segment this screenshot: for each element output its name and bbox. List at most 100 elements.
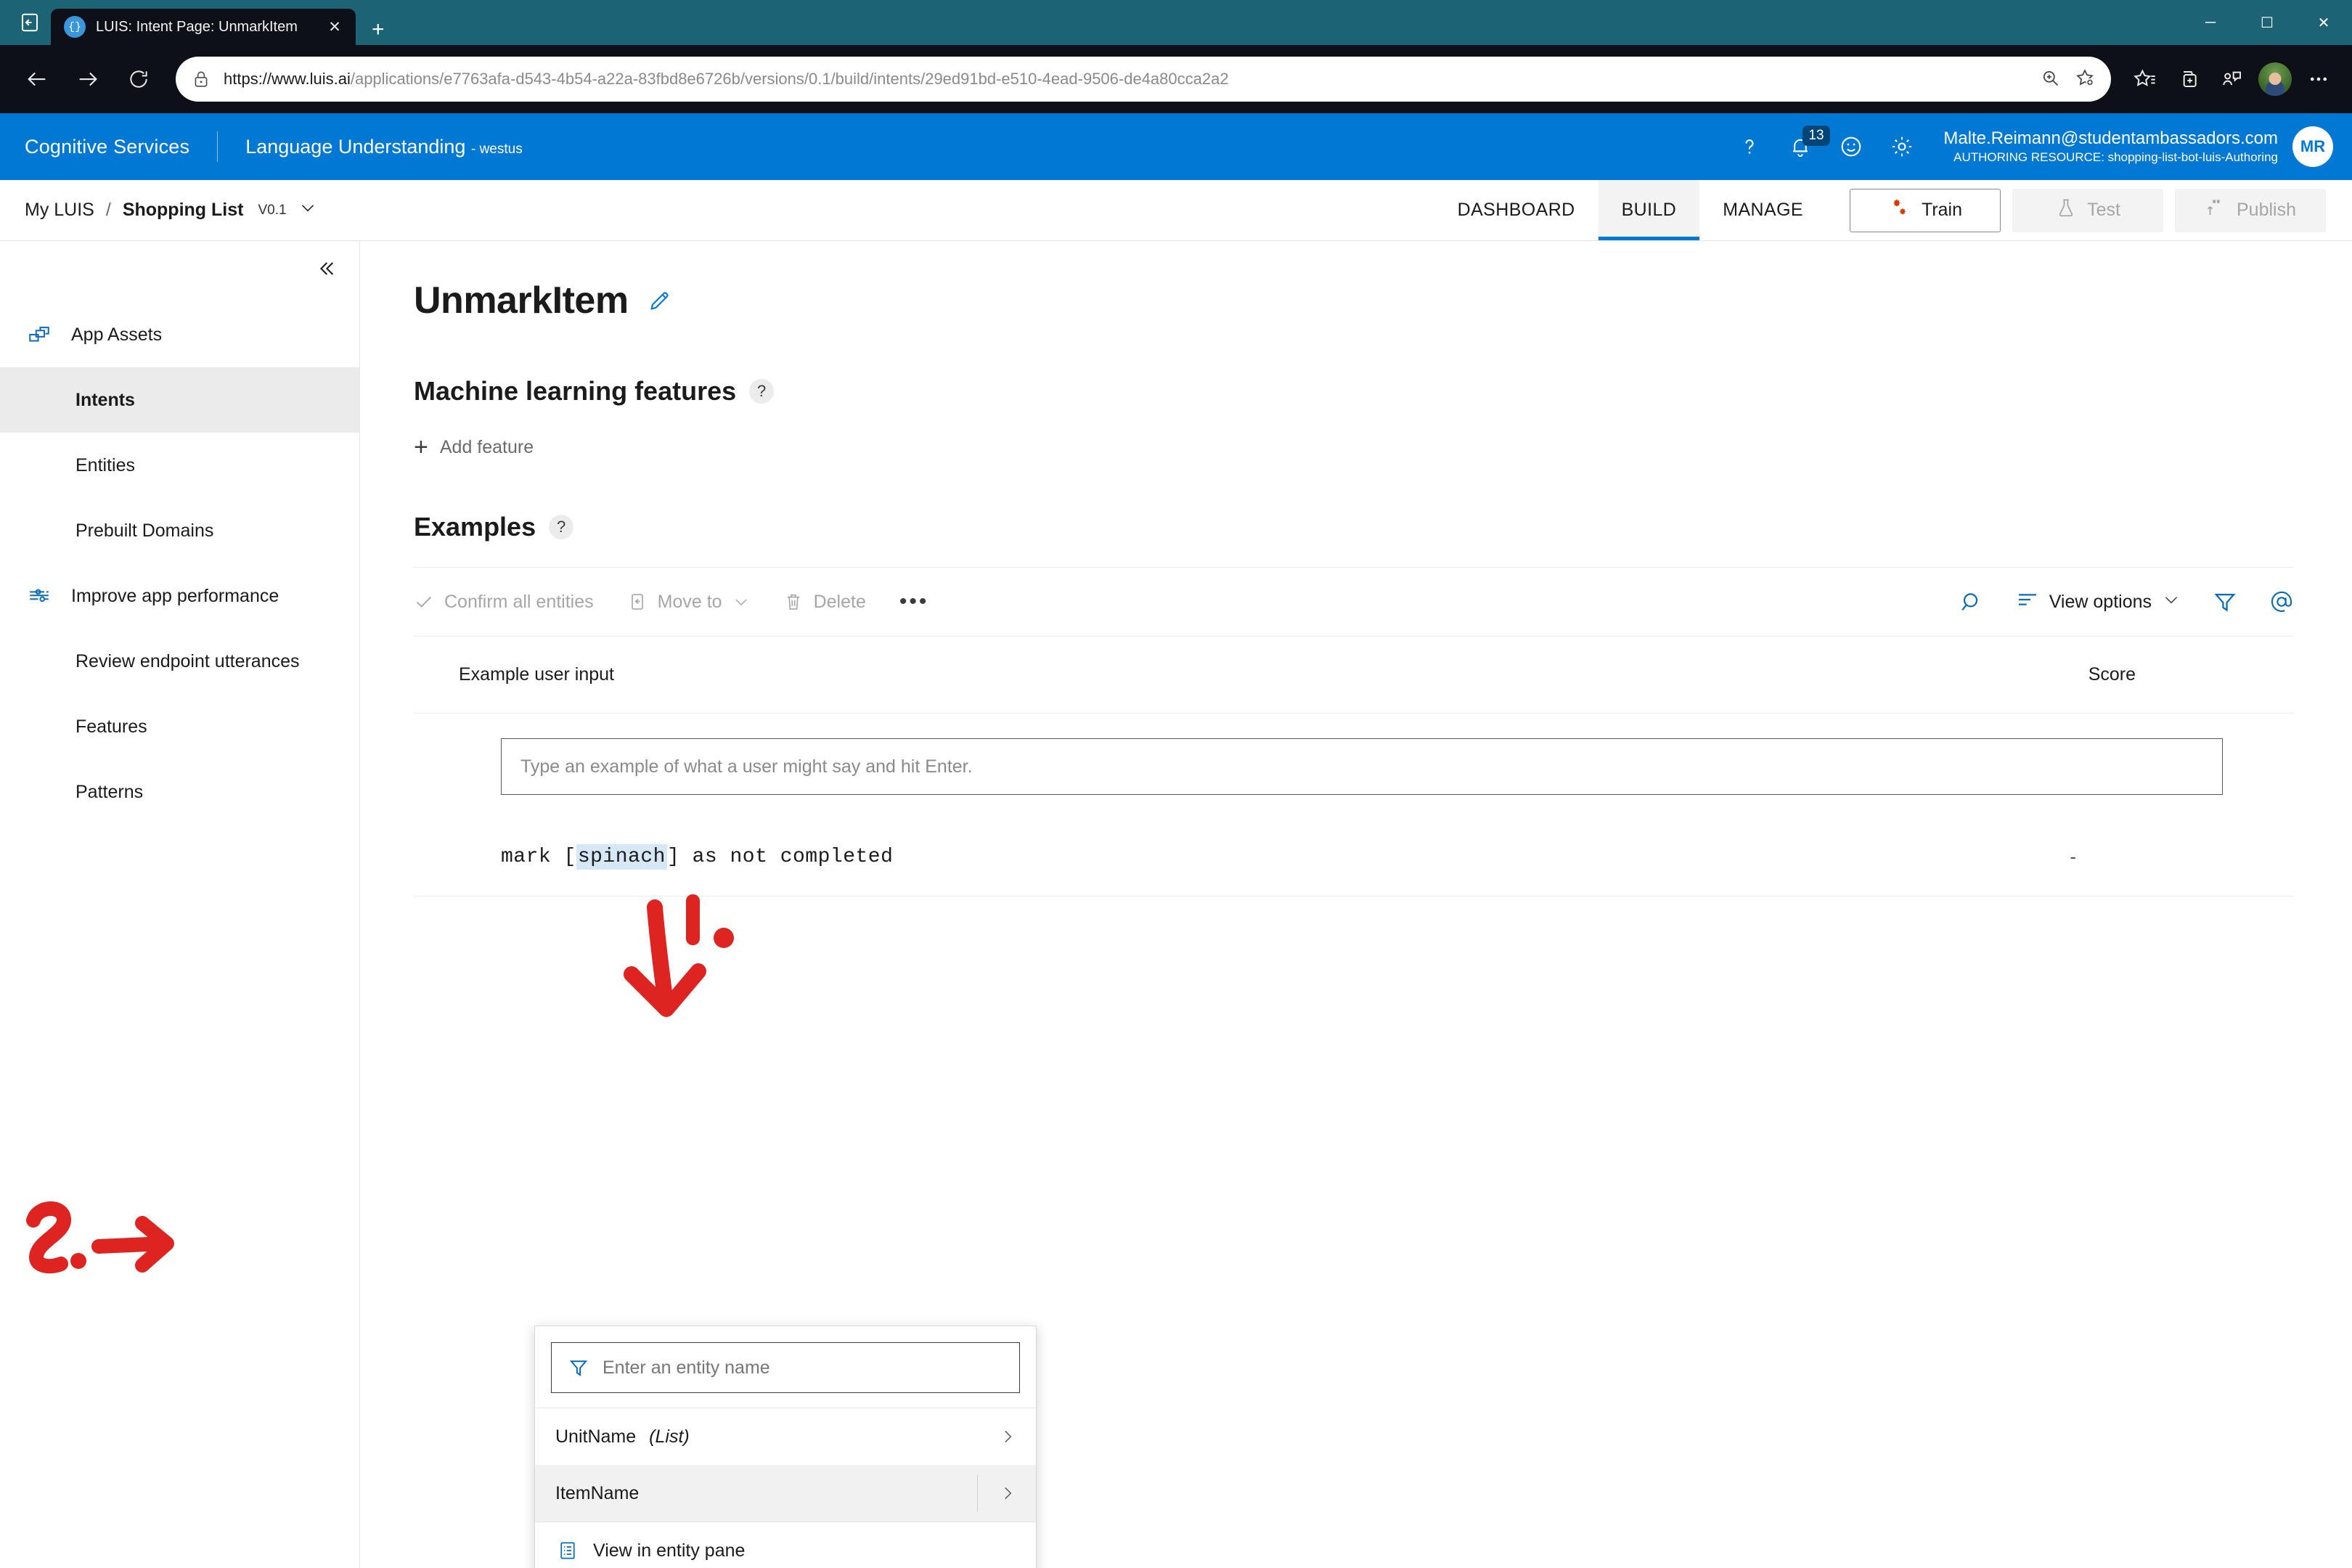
flask-icon xyxy=(2055,197,2077,224)
examples-toolbar: Confirm all entities Move to Delete ••• … xyxy=(414,567,2294,637)
window-close-icon[interactable]: ✕ xyxy=(2295,0,2352,45)
page-title: UnmarkItem xyxy=(414,279,629,322)
search-icon[interactable] xyxy=(1959,589,1984,614)
sidebar-item-patterns[interactable]: Patterns xyxy=(0,759,359,825)
account-email: Malte.Reimann@studentambassadors.com xyxy=(1943,128,2278,149)
filter-icon[interactable] xyxy=(2213,589,2237,614)
feedback-smiley-icon[interactable] xyxy=(1826,121,1877,172)
publish-button[interactable]: Publish xyxy=(2175,188,2326,232)
plus-icon: + xyxy=(414,433,428,461)
sidebar-item-features[interactable]: Features xyxy=(0,694,359,759)
gear-icon[interactable] xyxy=(1877,121,1927,172)
new-utterance-input[interactable]: Type an example of what a user might say… xyxy=(501,738,2223,795)
authoring-resource: AUTHORING RESOURCE: shopping-list-bot-lu… xyxy=(1953,150,2278,165)
region-label: - westus xyxy=(470,141,523,157)
zoom-icon[interactable] xyxy=(2040,68,2060,91)
trash-icon xyxy=(783,592,804,612)
version-chevron-down-icon[interactable] xyxy=(298,198,317,222)
move-to-label: Move to xyxy=(657,591,722,612)
table-row[interactable]: mark [spinach] as not completed - xyxy=(414,818,2294,897)
account-info[interactable]: Malte.Reimann@studentambassadors.com AUT… xyxy=(1943,128,2278,165)
confirm-all-entities-button[interactable]: Confirm all entities xyxy=(414,592,594,613)
favorites-icon[interactable] xyxy=(2124,59,2165,99)
context-menu-item-label: ItemName xyxy=(555,1482,640,1503)
utterance-score: - xyxy=(2070,846,2076,867)
header-divider xyxy=(217,131,219,162)
train-button[interactable]: Train xyxy=(1850,188,2001,232)
collapse-sidebar-icon[interactable] xyxy=(314,257,338,286)
context-menu-item-tag: (List) xyxy=(649,1426,690,1447)
context-menu-item-unitname[interactable]: UnitName (List) xyxy=(535,1408,1036,1465)
sidebar-item-improve-app-performance[interactable]: Improve app performance xyxy=(0,563,359,629)
view-options-button[interactable]: View options xyxy=(2016,588,2181,616)
browser-settings-more-icon[interactable] xyxy=(2298,59,2339,99)
address-bar[interactable]: https://www.luis.ai/applications/e7763af… xyxy=(176,57,2111,102)
entity-search-wrap: Enter an entity name xyxy=(535,1326,1036,1408)
cognitive-services-brand[interactable]: Cognitive Services xyxy=(25,136,189,158)
page-body: App Assets Intents Entities Prebuilt Dom… xyxy=(0,241,2352,1568)
entity-pane-icon xyxy=(555,1540,580,1561)
add-feature-button[interactable]: + Add feature xyxy=(414,433,2294,461)
avatar[interactable]: MR xyxy=(2292,126,2333,167)
move-to-button[interactable]: Move to xyxy=(627,592,750,613)
context-menu-item-label: View in entity pane xyxy=(593,1540,746,1561)
sidebar-item-app-assets[interactable]: App Assets xyxy=(0,302,359,367)
notifications-icon[interactable]: 13 xyxy=(1775,121,1830,172)
forward-icon[interactable] xyxy=(64,55,112,103)
ml-features-title: Machine learning features xyxy=(414,376,737,406)
tab-actions-icon[interactable] xyxy=(9,0,51,45)
sidebar-item-label: Features xyxy=(75,716,147,737)
test-button[interactable]: Test xyxy=(2012,188,2163,232)
tab-manage[interactable]: MANAGE xyxy=(1699,180,1826,240)
at-mention-icon[interactable] xyxy=(2269,589,2294,614)
help-icon[interactable]: ? xyxy=(749,379,775,404)
app-nav-bar: My LUIS / Shopping List V0.1 DASHBOARD B… xyxy=(0,180,2352,241)
sidebar-item-prebuilt-domains[interactable]: Prebuilt Domains xyxy=(0,498,359,563)
reload-icon[interactable] xyxy=(115,55,163,103)
tab-build[interactable]: BUILD xyxy=(1598,180,1700,240)
help-icon[interactable]: ? xyxy=(549,515,574,539)
chevron-down-icon xyxy=(732,593,750,611)
breadcrumb: My LUIS / Shopping List V0.1 xyxy=(25,180,317,240)
add-feature-label: Add feature xyxy=(439,437,534,457)
more-options-icon[interactable]: ••• xyxy=(899,589,929,614)
app-nav-tabs: DASHBOARD BUILD MANAGE xyxy=(1434,180,1826,240)
entity-token[interactable]: spinach xyxy=(576,844,667,870)
minimize-icon[interactable]: ─ xyxy=(2182,0,2239,45)
sidebar-item-label: Review endpoint utterances xyxy=(75,650,300,671)
browser-tab[interactable]: {} LUIS: Intent Page: UnmarkItem ✕ xyxy=(51,9,356,45)
back-icon[interactable] xyxy=(13,55,61,103)
check-icon xyxy=(414,592,434,612)
browser-essentials-icon[interactable] xyxy=(2211,59,2252,99)
browser-tab-strip: {} LUIS: Intent Page: UnmarkItem ✕ + ─ ☐… xyxy=(0,0,2352,45)
edit-pencil-icon[interactable] xyxy=(648,288,672,313)
utterance-text[interactable]: mark [spinach] as not completed xyxy=(501,844,893,870)
delete-button[interactable]: Delete xyxy=(783,592,866,613)
app-assets-icon xyxy=(25,322,54,347)
collections-icon[interactable] xyxy=(2168,59,2208,99)
chevron-right-icon[interactable] xyxy=(998,1484,1017,1503)
context-menu-item-view-in-entity-pane[interactable]: View in entity pane xyxy=(535,1522,1036,1568)
maximize-icon[interactable]: ☐ xyxy=(2239,0,2295,45)
help-icon[interactable] xyxy=(1724,121,1775,172)
tab-favicon-icon: {} xyxy=(64,16,86,38)
move-to-icon xyxy=(627,592,648,612)
breadcrumb-app-name[interactable]: Shopping List xyxy=(123,200,244,221)
browser-profile-avatar[interactable] xyxy=(2255,59,2295,99)
sidebar-item-review-endpoint-utterances[interactable]: Review endpoint utterances xyxy=(0,629,359,694)
entity-name-input[interactable]: Enter an entity name xyxy=(551,1342,1020,1393)
tab-title: LUIS: Intent Page: UnmarkItem xyxy=(96,18,298,35)
new-tab-button[interactable]: + xyxy=(356,19,401,45)
breadcrumb-my-luis[interactable]: My LUIS xyxy=(25,200,94,221)
sidebar-item-label: Prebuilt Domains xyxy=(75,520,214,541)
close-icon[interactable]: ✕ xyxy=(324,18,346,36)
examples-toolbar-right: View options xyxy=(1959,588,2294,616)
product-name[interactable]: Language Understanding - westus xyxy=(245,136,523,158)
sidebar-item-intents[interactable]: Intents xyxy=(0,367,359,433)
breadcrumb-separator: / xyxy=(105,200,111,220)
add-favorite-icon[interactable] xyxy=(2075,68,2095,91)
sidebar-item-entities[interactable]: Entities xyxy=(0,433,359,498)
tab-dashboard[interactable]: DASHBOARD xyxy=(1434,180,1598,240)
context-menu-item-itemname[interactable]: ItemName xyxy=(535,1465,1036,1522)
chevron-right-icon[interactable] xyxy=(998,1427,1017,1446)
